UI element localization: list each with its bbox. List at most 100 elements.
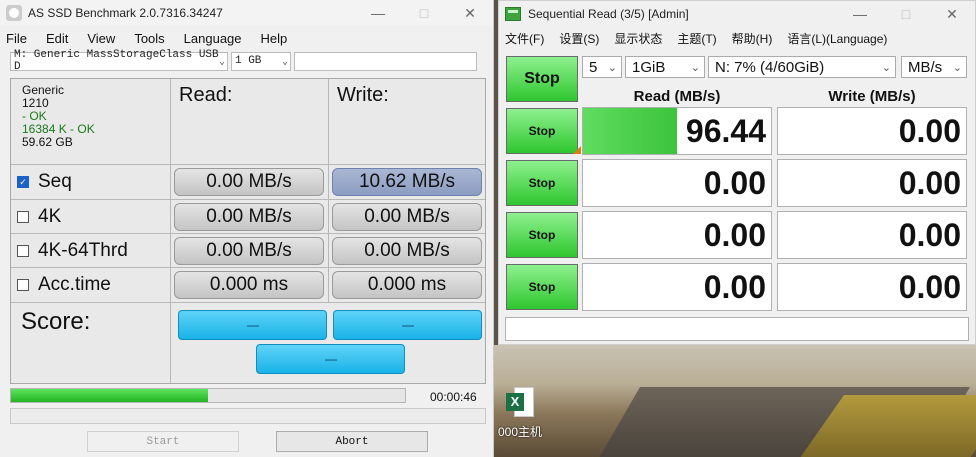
score-read: ----	[178, 310, 327, 340]
running-indicator	[573, 146, 581, 154]
status-bar	[10, 408, 486, 424]
size-select-cdm[interactable]: 1GiB ⌄	[625, 56, 705, 78]
stop-button-seq1[interactable]: Stop	[506, 108, 578, 154]
desktop-icon-label: 000主机	[497, 425, 543, 439]
drive-select[interactable]: M: Generic MassStorageClass USB D ⌄	[10, 49, 228, 73]
as-ssd-titlebar[interactable]: AS SSD Benchmark 2.0.7316.34247 — □ ✕	[0, 0, 493, 26]
desktop-excel-file[interactable]: X 000主机	[496, 387, 544, 440]
4k-read-value: 0.00 MB/s	[174, 203, 324, 231]
seq-checkbox[interactable]: ✓	[17, 176, 29, 188]
device-capacity: 59.62 GB	[22, 135, 73, 149]
cdm-read-value-3: 0.00	[582, 211, 772, 259]
cdm-read-number-1: 96.44	[685, 112, 766, 149]
cdm-menu-language[interactable]: 语言(L)(Language)	[787, 30, 887, 47]
desktop-wallpaper: X 000主机	[494, 345, 976, 457]
seq-read-value: 0.00 MB/s	[174, 168, 324, 196]
cdm-read-number-2: 0.00	[703, 164, 766, 201]
drive-select-value: M: Generic MassStorageClass USB D	[14, 49, 219, 73]
cdm-maximize-button[interactable]: □	[883, 1, 929, 27]
4k-64thrd-checkbox[interactable]	[17, 244, 29, 257]
size-select[interactable]: 1 GB ⌄	[231, 51, 291, 71]
as-ssd-app-icon	[6, 5, 22, 21]
read-header: Read:	[179, 84, 233, 106]
acc-time-read-value: 0.000 ms	[174, 271, 324, 299]
cdm-menu-theme[interactable]: 主题(T)	[677, 30, 716, 47]
seq-write-value: 10.62 MB/s	[332, 168, 482, 196]
minimize-button[interactable]: —	[355, 0, 401, 26]
as-ssd-menubar: File Edit View Tools Language Help	[0, 26, 493, 50]
cdm-size-value: 1GiB	[632, 58, 666, 76]
unit-select[interactable]: MB/s ⌄	[901, 56, 967, 78]
4k-write-value: 0.00 MB/s	[332, 203, 482, 231]
cdm-write-number-2: 0.00	[898, 164, 961, 201]
cdm-app-icon	[505, 7, 521, 21]
row-acc-time: Acc.time 0.000 ms 0.000 ms	[11, 268, 485, 303]
read-bar-1	[583, 108, 677, 154]
write-header: Write:	[337, 84, 389, 106]
stop-button-seq2[interactable]: Stop	[506, 160, 578, 206]
drive-select-cdm[interactable]: N: 7% (4/60GiB) ⌄	[708, 56, 896, 78]
close-button[interactable]: ✕	[447, 0, 493, 26]
row-4k: 4K 0.00 MB/s 0.00 MB/s	[11, 200, 485, 234]
unit-select-value: MB/s	[908, 58, 943, 76]
count-select-value: 5	[589, 58, 598, 76]
cdm-read-number-4: 0.00	[703, 268, 766, 305]
menu-language[interactable]: Language	[184, 31, 242, 46]
window-title: AS SSD Benchmark 2.0.7316.34247	[28, 6, 223, 20]
acc-time-write-value: 0.000 ms	[332, 271, 482, 299]
cdm-read-value-4: 0.00	[582, 263, 772, 311]
comment-field[interactable]	[505, 317, 969, 341]
4k-label: 4K	[38, 205, 62, 227]
4k-64thrd-read-value: 0.00 MB/s	[174, 237, 324, 265]
cdm-read-header: Read (MB/s)	[633, 88, 721, 105]
cdm-menu-file[interactable]: 文件(F)	[505, 30, 544, 47]
cdm-write-value-4: 0.00	[777, 263, 967, 311]
cdm-drive-value: N: 7% (4/60GiB)	[715, 58, 825, 76]
cdm-menu-help[interactable]: 帮助(H)	[732, 30, 773, 47]
menu-file[interactable]: File	[6, 31, 27, 46]
cdm-write-number-3: 0.00	[898, 216, 961, 253]
cdm-close-button[interactable]: ✕	[929, 1, 975, 27]
as-ssd-window: AS SSD Benchmark 2.0.7316.34247 — □ ✕ Fi…	[0, 0, 494, 457]
4k-checkbox[interactable]	[17, 210, 29, 223]
elapsed-time: 00:00:46	[430, 390, 477, 404]
start-button[interactable]: Start	[87, 431, 239, 452]
stop-button-rnd2[interactable]: Stop	[506, 264, 578, 310]
benchmark-grid: Generic 1210 - OK 16384 K - OK 59.62 GB …	[10, 78, 486, 384]
cdm-read-value-1: 96.44	[582, 107, 772, 155]
chevron-down-icon: ⌄	[952, 62, 962, 74]
stop-button-rnd1[interactable]: Stop	[506, 212, 578, 258]
acc-time-checkbox[interactable]	[17, 279, 29, 291]
test-info-field	[294, 51, 477, 71]
chevron-down-icon: ⌄	[218, 56, 225, 68]
cdm-write-number-1: 0.00	[898, 112, 961, 149]
menu-help[interactable]: Help	[261, 31, 288, 46]
cdm-menu-settings[interactable]: 设置(S)	[559, 30, 599, 47]
grid-header-row: Generic 1210 - OK 16384 K - OK 59.62 GB …	[11, 79, 485, 165]
maximize-button[interactable]: □	[401, 0, 447, 26]
chevron-down-icon: ⌄	[281, 56, 288, 68]
chevron-down-icon: ⌄	[881, 62, 891, 74]
row-seq: ✓ Seq 0.00 MB/s 10.62 MB/s	[11, 165, 485, 200]
cdm-write-header: Write (MB/s)	[828, 88, 916, 105]
menu-view[interactable]: View	[87, 31, 115, 46]
cdm-write-number-4: 0.00	[898, 268, 961, 305]
cdm-write-value-3: 0.00	[777, 211, 967, 259]
chevron-down-icon: ⌄	[607, 62, 617, 74]
acc-time-label: Acc.time	[38, 274, 111, 295]
cdm-minimize-button[interactable]: —	[837, 1, 883, 27]
abort-button[interactable]: Abort	[276, 431, 428, 452]
cdm-write-value-2: 0.00	[777, 159, 967, 207]
stop-all-button[interactable]: Stop	[506, 56, 578, 102]
cdm-read-value-2: 0.00	[582, 159, 772, 207]
cdm-write-value-1: 0.00	[777, 107, 967, 155]
progress-fill	[11, 389, 208, 402]
4k-64thrd-label: 4K-64Thrd	[38, 239, 128, 261]
benchmark-progress-bar	[10, 388, 406, 403]
menu-edit[interactable]: Edit	[46, 31, 68, 46]
cdm-menu-status[interactable]: 显示状态	[614, 30, 662, 47]
cdm-titlebar[interactable]: Sequential Read (3/5) [Admin] — □ ✕	[499, 1, 975, 27]
menu-tools[interactable]: Tools	[134, 31, 164, 46]
count-select[interactable]: 5 ⌄	[582, 56, 622, 78]
as-ssd-toolbar: M: Generic MassStorageClass USB D ⌄ 1 GB…	[0, 49, 493, 73]
